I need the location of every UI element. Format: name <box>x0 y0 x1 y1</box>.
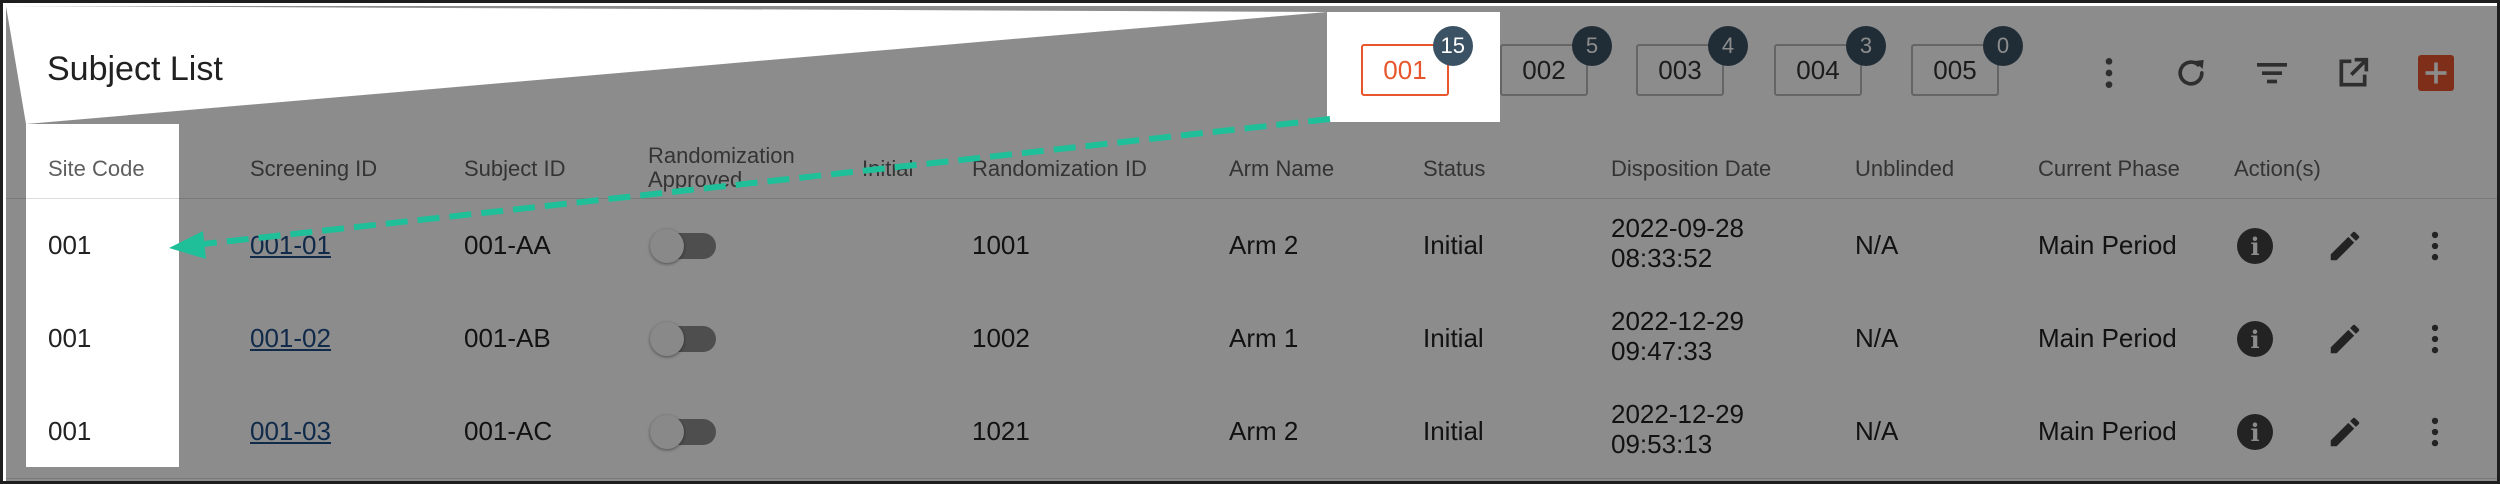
disposition-date: 2022-09-28 <box>1611 213 1744 243</box>
cell-randomization-id: 1021 <box>972 416 1030 446</box>
site-tab-label: 003 <box>1658 54 1702 85</box>
randomization-approved-toggle[interactable] <box>650 415 716 449</box>
column-header-status[interactable]: Status <box>1423 157 1485 181</box>
site-tab-001[interactable]: 001 15 <box>1361 26 1473 96</box>
column-header-site-code[interactable]: Site Code <box>48 157 145 181</box>
toggle-knob <box>650 322 684 356</box>
open-in-new-icon[interactable] <box>2333 53 2373 93</box>
add-icon[interactable] <box>2416 53 2456 93</box>
cell-disposition-date: 2022-12-29 09:53:13 <box>1611 399 1744 459</box>
column-header-screening-id[interactable]: Screening ID <box>250 157 377 181</box>
cell-status: Initial <box>1423 230 1484 260</box>
cell-disposition-date: 2022-09-28 08:33:52 <box>1611 213 1744 273</box>
site-tab-label: 002 <box>1522 54 1566 85</box>
page-header: Subject List 001 15 002 5 003 4 004 3 00… <box>6 6 2497 136</box>
column-header-randomization-approved[interactable]: Randomization Approved <box>648 144 818 192</box>
site-tab-003[interactable]: 003 4 <box>1636 26 1748 96</box>
subject-list-window: Subject List 001 15 002 5 003 4 004 3 00… <box>0 0 2500 484</box>
randomization-approved-toggle[interactable] <box>650 229 716 263</box>
disposition-date: 2022-12-29 <box>1611 399 1744 429</box>
disposition-time: 09:47:33 <box>1611 336 1713 366</box>
table-row: 001 001-03 001-AC 1021 Arm 2 Initial 202… <box>6 385 2497 479</box>
site-tab-label: 001 <box>1383 54 1427 85</box>
column-header-subject-id[interactable]: Subject ID <box>464 157 566 181</box>
column-header-actions: Action(s) <box>2234 156 2321 181</box>
info-icon[interactable]: i <box>2234 225 2276 267</box>
cell-arm-name: Arm 1 <box>1229 323 1299 353</box>
more-vert-icon[interactable] <box>2089 53 2129 93</box>
site-tab-004[interactable]: 004 3 <box>1774 26 1886 96</box>
refresh-icon[interactable] <box>2171 53 2211 93</box>
cell-randomization-id: 1002 <box>972 323 1030 353</box>
site-count-badge: 15 <box>1432 26 1473 66</box>
screening-id-link[interactable]: 001-02 <box>250 323 331 353</box>
cell-site-code: 001 <box>48 230 92 260</box>
toggle-knob <box>650 229 684 263</box>
cell-status: Initial <box>1423 416 1484 446</box>
screening-id-link[interactable]: 001-03 <box>250 416 331 446</box>
edit-icon[interactable] <box>2324 318 2366 360</box>
filter-icon[interactable] <box>2252 53 2292 93</box>
site-count-badge: 3 <box>1846 26 1886 66</box>
info-icon[interactable]: i <box>2234 411 2276 453</box>
more-vert-icon[interactable] <box>2414 411 2456 453</box>
edit-icon[interactable] <box>2324 225 2366 267</box>
cell-subject-id: 001-AA <box>464 230 551 260</box>
cell-arm-name: Arm 2 <box>1229 230 1299 260</box>
cell-subject-id: 001-AB <box>464 323 551 353</box>
table-row: 001 001-01 001-AA 1001 Arm 2 Initial 202… <box>6 199 2497 293</box>
column-header-unblinded[interactable]: Unblinded <box>1855 157 1954 181</box>
info-icon[interactable]: i <box>2234 318 2276 360</box>
randomization-approved-toggle[interactable] <box>650 322 716 356</box>
cell-unblinded: N/A <box>1855 230 1899 260</box>
cell-unblinded: N/A <box>1855 416 1899 446</box>
site-count-badge: 4 <box>1708 26 1748 66</box>
disposition-time: 09:53:13 <box>1611 429 1713 459</box>
cell-unblinded: N/A <box>1855 323 1899 353</box>
cell-disposition-date: 2022-12-29 09:47:33 <box>1611 306 1744 366</box>
cell-site-code: 001 <box>48 323 92 353</box>
more-vert-icon[interactable] <box>2414 225 2456 267</box>
disposition-time: 08:33:52 <box>1611 243 1713 273</box>
edit-icon[interactable] <box>2324 411 2366 453</box>
column-header-arm-name[interactable]: Arm Name <box>1229 157 1334 181</box>
site-count-badge: 5 <box>1572 26 1612 66</box>
cell-arm-name: Arm 2 <box>1229 416 1299 446</box>
cell-randomization-id: 1001 <box>972 230 1030 260</box>
site-tab-label: 004 <box>1796 54 1840 85</box>
disposition-date: 2022-12-29 <box>1611 306 1744 336</box>
cell-subject-id: 001-AC <box>464 416 553 446</box>
column-header-current-phase[interactable]: Current Phase <box>2038 157 2180 181</box>
site-tab-label: 005 <box>1933 54 1977 85</box>
site-tab-002[interactable]: 002 5 <box>1500 26 1612 96</box>
column-header-disposition-date[interactable]: Disposition Date <box>1611 157 1771 181</box>
more-vert-icon[interactable] <box>2414 318 2456 360</box>
page-title: Subject List <box>47 50 223 88</box>
cell-site-code: 001 <box>48 416 92 446</box>
column-header-initial[interactable]: Initial <box>862 157 913 181</box>
site-tab-005[interactable]: 005 0 <box>1911 26 2023 96</box>
cell-current-phase: Main Period <box>2038 323 2177 353</box>
cell-current-phase: Main Period <box>2038 416 2177 446</box>
cell-current-phase: Main Period <box>2038 230 2177 260</box>
column-header-randomization-id[interactable]: Randomization ID <box>972 157 1147 181</box>
table-header: Site Code Screening ID Subject ID Random… <box>6 136 2497 199</box>
table-row: 001 001-02 001-AB 1002 Arm 1 Initial 202… <box>6 292 2497 386</box>
screening-id-link[interactable]: 001-01 <box>250 230 331 260</box>
site-count-badge: 0 <box>1983 26 2023 66</box>
cell-status: Initial <box>1423 323 1484 353</box>
toggle-knob <box>650 415 684 449</box>
